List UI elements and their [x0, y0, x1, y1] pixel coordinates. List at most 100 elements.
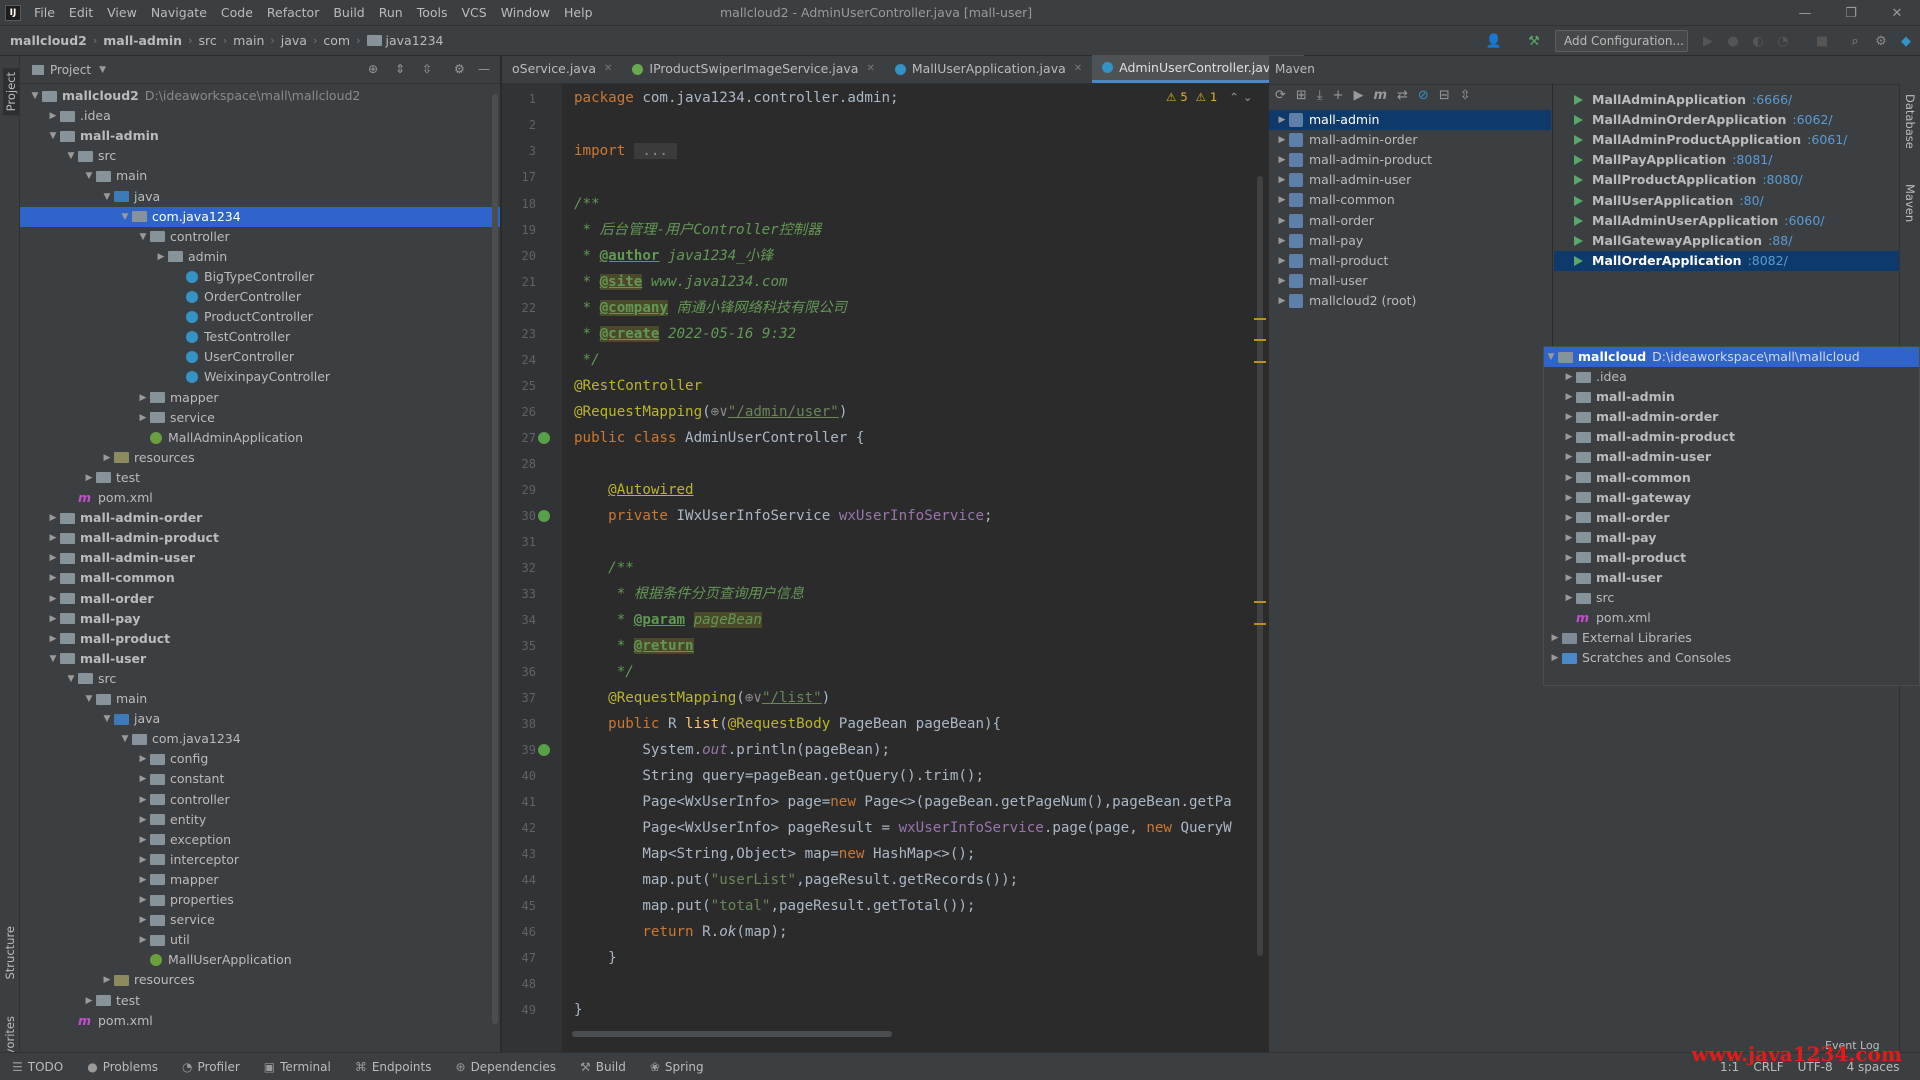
menu-item-view[interactable]: View	[100, 0, 144, 26]
expand-all-icon[interactable]: ⇕	[395, 62, 405, 76]
debug-icon[interactable]: ●	[1723, 31, 1743, 51]
chevron-down-icon[interactable]: ▼	[82, 689, 96, 709]
run-app[interactable]: MallProductApplication:8080/	[1554, 170, 1899, 190]
tree-item[interactable]: ▶ .idea	[46, 106, 111, 126]
chevron-right-icon[interactable]: ▶	[1562, 367, 1576, 387]
chevron-right-icon[interactable]: ▶	[136, 769, 150, 789]
tree-item[interactable]: ▶ constant	[136, 769, 225, 789]
menu-item-edit[interactable]: Edit	[62, 0, 100, 26]
run-configuration-dropdown[interactable]: Add Configuration...	[1555, 30, 1688, 52]
tree-item[interactable]: ▶ controller	[136, 790, 230, 810]
coverage-icon[interactable]: ◐	[1748, 31, 1768, 51]
execute-goal-icon[interactable]: m	[1373, 88, 1387, 103]
menu-item-navigate[interactable]: Navigate	[144, 0, 214, 26]
tree-item[interactable]: ▶ interceptor	[136, 850, 240, 870]
chevron-right-icon[interactable]: ▶	[1562, 568, 1576, 588]
popup-tree-item[interactable]: ▶ mall-admin-product	[1562, 427, 1735, 447]
run-app[interactable]: MallAdminApplication:6666/	[1554, 90, 1899, 110]
tree-item[interactable]: ▶ mall-order	[46, 589, 154, 609]
chevron-down-icon[interactable]: ▼	[99, 65, 106, 75]
popup-tree-item[interactable]: ▶ Scratches and Consoles	[1548, 648, 1732, 668]
chevron-right-icon[interactable]: ▶	[136, 930, 150, 950]
run-app-port[interactable]: :6666/	[1752, 90, 1792, 110]
chevron-right-icon[interactable]: ▶	[1562, 427, 1576, 447]
chevron-right-icon[interactable]: ▶	[1562, 447, 1576, 467]
tree-item[interactable]: WeixinpayController	[172, 367, 330, 387]
chevron-right-icon[interactable]: ▶	[1275, 110, 1289, 130]
generate-sources-icon[interactable]: ⊞	[1296, 88, 1307, 103]
chevron-down-icon[interactable]: ▼	[46, 126, 60, 146]
chevron-right-icon[interactable]: ▶	[136, 910, 150, 930]
popup-tree-item[interactable]: ▶ src	[1562, 588, 1615, 608]
menu-item-help[interactable]: Help	[557, 0, 600, 26]
menu-item-tools[interactable]: Tools	[410, 0, 455, 26]
popup-tree-item[interactable]: ▶ mall-admin	[1562, 387, 1675, 407]
chevron-right-icon[interactable]: ▶	[1562, 407, 1576, 427]
breadcrumb-item[interactable]: mallcloud2	[10, 33, 87, 48]
tree-item[interactable]: ▶ config	[136, 749, 209, 769]
chevron-right-icon[interactable]: ▶	[1275, 271, 1289, 291]
tree-item[interactable]: ▶ mall-admin-user	[46, 548, 195, 568]
restore-icon[interactable]: ❐	[1828, 0, 1874, 26]
chevron-down-icon[interactable]: ▼	[64, 669, 78, 689]
chevron-right-icon[interactable]: ▶	[1275, 291, 1289, 311]
download-icon[interactable]: ⤓	[1317, 88, 1323, 103]
tree-item[interactable]: ▶ mapper	[136, 870, 219, 890]
run-app-port[interactable]: :80/	[1739, 191, 1763, 211]
popup-tree-item[interactable]: ▶ mall-gateway	[1562, 488, 1691, 508]
chevron-right-icon[interactable]: ▶	[46, 568, 60, 588]
tree-item[interactable]: ▶ mall-pay	[46, 609, 141, 629]
chevron-down-icon[interactable]: ⌄	[1243, 90, 1253, 104]
tree-item[interactable]: ▶ resources	[100, 448, 195, 468]
breadcrumb-item[interactable]: src	[198, 33, 216, 48]
chevron-up-icon[interactable]: ⌃	[1229, 90, 1239, 104]
tree-item[interactable]: m pom.xml	[64, 1011, 153, 1031]
chevron-right-icon[interactable]: ▶	[136, 870, 150, 890]
chevron-right-icon[interactable]: ▶	[1275, 150, 1289, 170]
chevron-right-icon[interactable]: ▶	[46, 508, 60, 528]
chevron-right-icon[interactable]: ▶	[136, 749, 150, 769]
menu-item-code[interactable]: Code	[214, 0, 260, 26]
structure-tool-tab[interactable]: Structure	[3, 926, 17, 980]
popup-tree-item[interactable]: ▶ .idea	[1562, 367, 1627, 387]
profile-icon[interactable]: ◔	[1773, 31, 1793, 51]
menu-item-run[interactable]: Run	[372, 0, 410, 26]
chevron-right-icon[interactable]: ▶	[82, 468, 96, 488]
chevron-right-icon[interactable]: ▶	[154, 247, 168, 267]
tree-item[interactable]: m pom.xml	[64, 488, 153, 508]
search-icon[interactable]: ⌕	[1845, 31, 1865, 51]
popup-tree-item[interactable]: ▶ mall-user	[1562, 568, 1663, 588]
bean-icon[interactable]	[538, 510, 550, 522]
maven-module[interactable]: ▶ mall-pay	[1269, 231, 1551, 251]
bean-icon[interactable]	[538, 432, 550, 444]
tree-item[interactable]: OrderController	[172, 287, 301, 307]
maven-module[interactable]: ▶ mall-admin-order	[1269, 130, 1551, 150]
run-app[interactable]: MallAdminProductApplication:6061/	[1554, 130, 1899, 150]
chevron-right-icon[interactable]: ▶	[1275, 231, 1289, 251]
tree-item[interactable]: ▼ main	[82, 166, 148, 186]
maven-module[interactable]: ▶ mall-admin	[1269, 110, 1551, 130]
chevron-right-icon[interactable]: ▶	[136, 890, 150, 910]
editor-tab[interactable]: oService.java ✕	[502, 55, 622, 83]
chevron-right-icon[interactable]: ▶	[1275, 190, 1289, 210]
chevron-right-icon[interactable]: ▶	[46, 629, 60, 649]
chevron-down-icon[interactable]: ▼	[46, 649, 60, 669]
project-panel-title[interactable]: Project	[50, 63, 91, 77]
tree-item[interactable]: ▼ com.java1234	[20, 206, 500, 227]
chevron-right-icon[interactable]: ▶	[136, 790, 150, 810]
close-tab-icon[interactable]: ✕	[604, 55, 612, 83]
tree-item[interactable]: ▶ mall-product	[46, 629, 171, 649]
run-app[interactable]: MallOrderApplication:8082/	[1554, 250, 1899, 271]
run-app[interactable]: MallUserApplication:80/	[1554, 191, 1899, 211]
hide-panel-icon[interactable]: —	[478, 62, 490, 76]
chevron-right-icon[interactable]: ▶	[1562, 488, 1576, 508]
chevron-down-icon[interactable]: ▼	[100, 709, 114, 729]
chevron-right-icon[interactable]: ▶	[82, 991, 96, 1011]
menu-item-build[interactable]: Build	[326, 0, 371, 26]
popup-tree-item[interactable]: ▶ mall-pay	[1562, 528, 1657, 548]
popup-tree-item[interactable]: ▶ mall-admin-user	[1562, 447, 1711, 467]
tree-item[interactable]: ▼ mall-user	[46, 649, 147, 669]
minimize-icon[interactable]: —	[1782, 0, 1828, 26]
tree-item[interactable]: ▶ exception	[136, 830, 232, 850]
editor-tab[interactable]: IProductSwiperImageService.java ✕	[622, 55, 884, 83]
